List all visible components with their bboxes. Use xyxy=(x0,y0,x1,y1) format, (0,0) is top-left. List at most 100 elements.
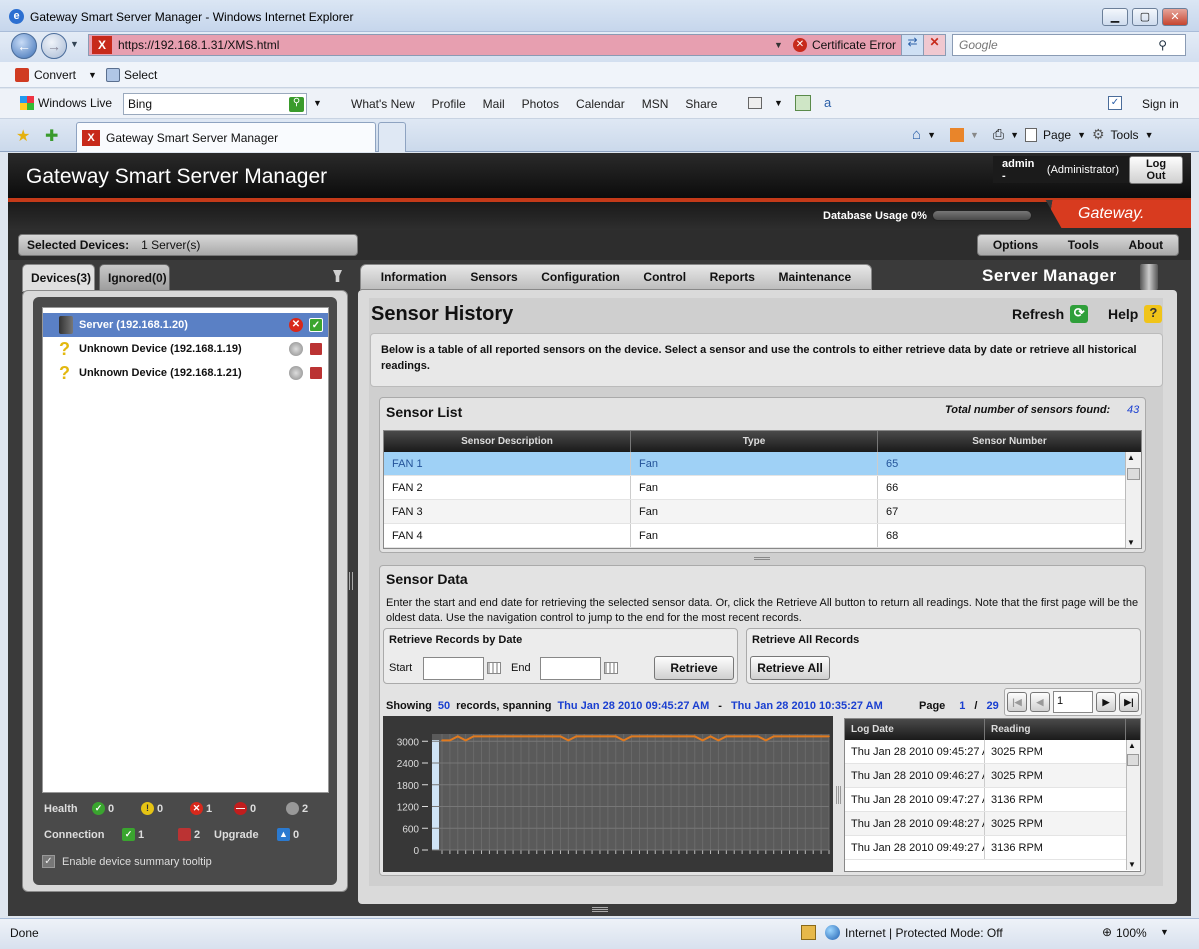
col-type[interactable]: Type xyxy=(631,431,878,452)
splitter-handle[interactable] xyxy=(349,572,355,590)
tools-menu-app[interactable]: Tools xyxy=(1068,238,1099,252)
search-box[interactable]: Google ⚲ xyxy=(952,34,1186,56)
add-favorites-icon[interactable]: ✚ xyxy=(45,126,58,146)
url-dropdown-icon[interactable]: ▼ xyxy=(774,40,783,50)
scroll-down-icon[interactable]: ▼ xyxy=(1127,538,1135,547)
print-dropdown-icon[interactable]: ▼ xyxy=(1010,130,1019,140)
tab-information[interactable]: Information xyxy=(381,270,447,284)
feeds-dropdown-icon[interactable]: ▼ xyxy=(970,130,979,140)
tooltip-checkbox[interactable]: ✓ xyxy=(42,855,55,868)
page-input[interactable]: 1 xyxy=(1053,691,1093,713)
device-row-server[interactable]: Server (192.168.1.20) ✕ ✓ xyxy=(43,313,328,337)
back-button[interactable]: ← xyxy=(11,33,37,59)
link-whats-new[interactable]: What's New xyxy=(351,97,415,111)
windows-live-link[interactable]: Windows Live xyxy=(20,96,112,110)
refresh-page-icon[interactable]: ⇄ xyxy=(901,35,923,55)
link-msn[interactable]: MSN xyxy=(642,97,669,111)
start-date-input[interactable] xyxy=(423,657,484,680)
table-row[interactable]: Thu Jan 28 2010 09:48:27 A 3025 RPM xyxy=(845,812,1126,836)
tab-reports[interactable]: Reports xyxy=(710,270,755,284)
edit-icon[interactable] xyxy=(795,95,811,111)
certificate-error-label[interactable]: Certificate Error xyxy=(812,38,896,52)
browser-tab-active[interactable]: X Gateway Smart Server Manager xyxy=(76,122,376,152)
end-date-input[interactable] xyxy=(540,657,601,680)
tab-maintenance[interactable]: Maintenance xyxy=(779,270,852,284)
convert-button[interactable]: Convert xyxy=(34,68,76,82)
bing-dropdown-icon[interactable]: ▼ xyxy=(313,98,322,108)
table-row[interactable]: Thu Jan 28 2010 09:49:27 A 3136 RPM xyxy=(845,836,1126,860)
refresh-button[interactable]: Refresh ⟳ xyxy=(1012,305,1089,323)
minimize-button[interactable]: ▁ xyxy=(1102,8,1128,26)
last-page-icon[interactable]: ▶| xyxy=(1119,692,1139,712)
search-icon[interactable]: ⚲ xyxy=(1158,38,1167,52)
table-row[interactable]: FAN 3 Fan 67 xyxy=(384,500,1125,524)
prev-page-icon[interactable]: ◀ xyxy=(1030,692,1050,712)
table-row[interactable]: FAN 4 Fan 68 xyxy=(384,524,1125,548)
about-menu[interactable]: About xyxy=(1129,238,1164,252)
url-text[interactable]: https://192.168.1.31/XMS.html xyxy=(118,38,279,52)
address-bar[interactable]: X https://192.168.1.31/XMS.html ▼ ✕ Cert… xyxy=(88,34,946,56)
device-row-unknown-19[interactable]: ? Unknown Device (192.168.1.19) xyxy=(43,337,328,361)
zoom-dropdown-icon[interactable]: ▼ xyxy=(1160,927,1169,937)
logout-button[interactable]: Log Out xyxy=(1129,155,1183,184)
messenger-icon[interactable] xyxy=(748,97,762,109)
tab-configuration[interactable]: Configuration xyxy=(541,270,620,284)
favorites-star-icon[interactable]: ★ xyxy=(16,126,30,146)
home-icon[interactable]: ⌂ xyxy=(912,126,921,143)
table-row[interactable]: Thu Jan 28 2010 09:46:27 A 3025 RPM xyxy=(845,764,1126,788)
page-menu[interactable]: Page xyxy=(1043,128,1071,142)
col-reading[interactable]: Reading xyxy=(985,719,1126,740)
link-calendar[interactable]: Calendar xyxy=(576,97,625,111)
new-tab-button[interactable] xyxy=(378,122,406,152)
table-row[interactable]: Thu Jan 28 2010 09:45:27 A 3025 RPM xyxy=(845,740,1126,764)
bing-search-icon[interactable]: ⚲ xyxy=(289,96,304,112)
scroll-thumb[interactable] xyxy=(1127,754,1139,766)
scroll-up-icon[interactable]: ▲ xyxy=(1128,741,1136,750)
col-sensor-number[interactable]: Sensor Number xyxy=(878,431,1141,452)
tab-sensors[interactable]: Sensors xyxy=(470,270,517,284)
log-scrollbar[interactable]: ▲ ▼ xyxy=(1126,740,1140,870)
convert-dropdown-icon[interactable]: ▼ xyxy=(88,70,97,80)
close-window-button[interactable]: ✕ xyxy=(1162,8,1188,26)
section-splitter[interactable] xyxy=(754,557,770,561)
link-share[interactable]: Share xyxy=(685,97,717,111)
checkbox-icon[interactable]: ✓ xyxy=(1108,96,1122,110)
bottom-splitter[interactable] xyxy=(592,907,608,912)
translate-icon[interactable]: a xyxy=(824,95,831,110)
table-row[interactable]: Thu Jan 28 2010 09:47:27 A 3136 RPM xyxy=(845,788,1126,812)
start-calendar-icon[interactable] xyxy=(487,662,501,674)
stop-icon[interactable]: ✕ xyxy=(923,35,945,55)
scroll-up-icon[interactable]: ▲ xyxy=(1127,453,1135,462)
scroll-down-icon[interactable]: ▼ xyxy=(1128,860,1136,869)
retrieve-all-button[interactable]: Retrieve All xyxy=(750,656,830,680)
sensor-table-scrollbar[interactable]: ▲ ▼ xyxy=(1125,452,1141,548)
tab-control[interactable]: Control xyxy=(643,270,686,284)
help-button[interactable]: Help ? xyxy=(1108,305,1163,323)
page-dropdown-icon[interactable]: ▼ xyxy=(1077,130,1086,140)
table-row[interactable]: FAN 1 Fan 65 xyxy=(384,452,1125,476)
tooltip-option[interactable]: ✓ Enable device summary tooltip xyxy=(42,855,212,868)
col-log-date[interactable]: Log Date xyxy=(845,719,985,740)
link-photos[interactable]: Photos xyxy=(522,97,559,111)
tools-menu[interactable]: Tools xyxy=(1111,128,1139,142)
print-icon[interactable]: ⎙ xyxy=(993,126,1004,143)
link-mail[interactable]: Mail xyxy=(483,97,505,111)
sign-in-link[interactable]: Sign in xyxy=(1142,97,1179,111)
certificate-error-icon[interactable]: ✕ xyxy=(792,38,807,52)
forward-button[interactable]: → xyxy=(41,33,67,59)
chart-splitter[interactable] xyxy=(836,786,841,804)
bing-search-input[interactable]: Bing ⚲ xyxy=(123,93,307,115)
device-row-unknown-21[interactable]: ? Unknown Device (192.168.1.21) xyxy=(43,361,328,385)
home-dropdown-icon[interactable]: ▼ xyxy=(927,130,936,140)
select-button[interactable]: Select xyxy=(124,68,157,82)
maximize-button[interactable]: ▢ xyxy=(1132,8,1158,26)
col-sensor-description[interactable]: Sensor Description xyxy=(384,431,631,452)
bing-search-text[interactable]: Bing xyxy=(128,97,152,111)
end-calendar-icon[interactable] xyxy=(604,662,618,674)
next-page-icon[interactable]: ▶ xyxy=(1096,692,1116,712)
feeds-icon[interactable] xyxy=(949,127,964,142)
scroll-thumb[interactable] xyxy=(1127,468,1140,480)
tab-ignored[interactable]: Ignored(0) xyxy=(99,264,170,292)
tab-devices[interactable]: Devices(3) xyxy=(22,264,95,292)
link-profile[interactable]: Profile xyxy=(432,97,466,111)
